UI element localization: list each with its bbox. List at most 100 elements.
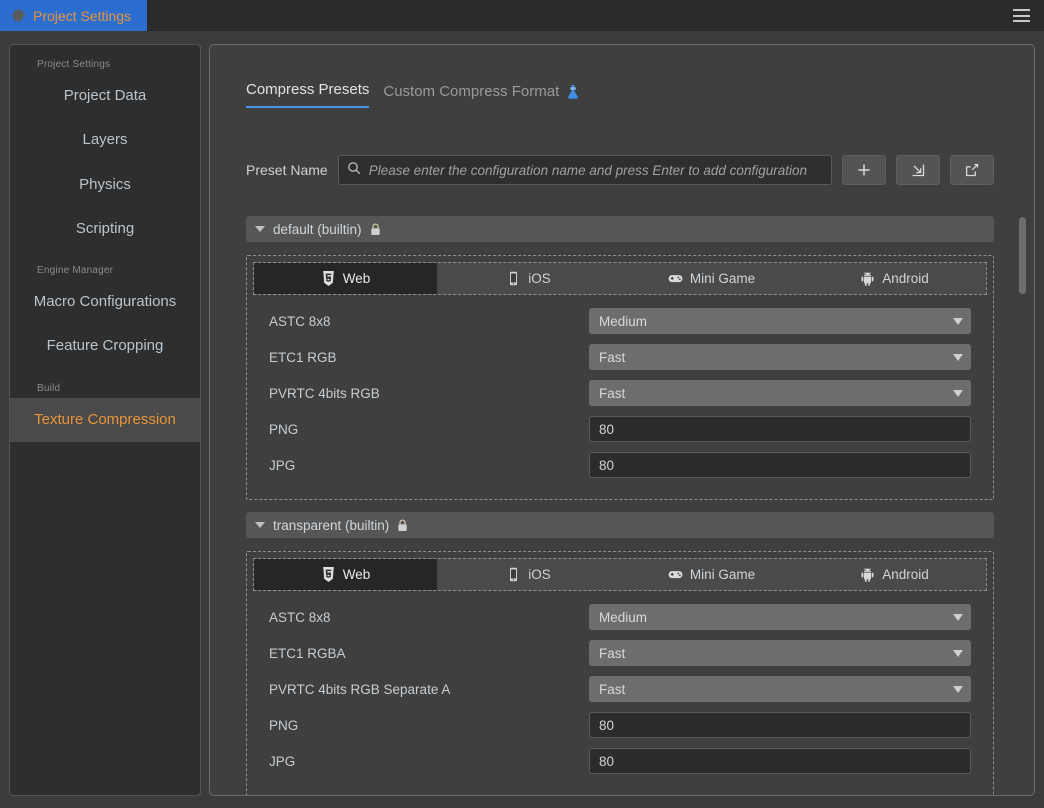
android-icon [860,567,875,582]
import-arrow-icon [912,164,925,177]
phone-icon [506,567,521,582]
chevron-down-icon[interactable] [255,522,265,528]
row-jpg-value: 80 [599,457,615,473]
export-arrow-icon [965,163,979,177]
preset-rows-transparent: ASTC 8x8 Medium ETC1 RGBA Fast PVRTC 4bi… [253,591,987,789]
sidebar-item-texture-compression[interactable]: Texture Compression [10,397,200,442]
platform-tab-mini-game[interactable]: Mini Game [620,559,803,590]
platform-tab-android-label: Android [882,567,929,582]
platform-tab-web-label: Web [342,271,371,286]
platform-tab-web-label: Web [342,567,371,582]
row-astc-8x8-select[interactable]: Medium [589,308,971,334]
preset-group-default-header[interactable]: default (builtin) [246,216,994,242]
sidebar-item-project-data[interactable]: Project Data [10,74,200,118]
row-jpg-input[interactable]: 80 [589,452,971,478]
lock-icon [397,519,408,532]
row-png-label: PNG [269,421,299,437]
row-png: PNG 80 [269,707,971,743]
preset-search-box[interactable] [337,155,832,185]
row-jpg: JPG 80 [269,447,971,483]
tab-custom-compress-format[interactable]: Custom Compress Format [383,83,580,108]
preset-group-transparent-body: Web iOS Mini Game Android ASTC 8x8 Mediu… [246,551,994,795]
add-preset-button[interactable] [842,155,886,185]
row-etc1-rgb-value: Fast [599,349,626,365]
lock-icon [370,223,381,236]
preset-group-default: default (builtin) Web iOS Mini Game Andr… [246,216,994,500]
chevron-down-icon[interactable] [255,226,265,232]
row-astc-8x8-label: ASTC 8x8 [269,313,331,329]
row-png-value: 80 [599,717,615,733]
title-bar: Project Settings [0,0,1044,31]
export-preset-button[interactable] [950,155,994,185]
sidebar-section-project-settings: Project Settings [37,59,111,70]
row-pvrtc-4bits-rgb: PVRTC 4bits RGB Fast [269,375,971,411]
row-etc1-rgb-select[interactable]: Fast [589,344,971,370]
sidebar-item-layers[interactable]: Layers [10,118,200,162]
row-etc1-rgba-label: ETC1 RGBA [269,645,346,661]
android-icon [860,271,875,286]
row-etc1-rgba-value: Fast [599,645,626,661]
row-astc-8x8-select[interactable]: Medium [589,604,971,630]
platform-tab-android[interactable]: Android [803,263,986,294]
row-etc1-rgb: ETC1 RGB Fast [269,339,971,375]
row-png: PNG 80 [269,411,971,447]
row-pvrtc-4bits-rgb-separate-a: PVRTC 4bits RGB Separate A Fast [269,671,971,707]
platform-tab-web[interactable]: Web [254,263,437,294]
platform-tab-android[interactable]: Android [803,559,986,590]
platform-tab-ios[interactable]: iOS [437,559,620,590]
row-jpg: JPG 80 [269,743,971,779]
gear-icon [11,8,26,23]
row-etc1-rgb-label: ETC1 RGB [269,349,337,365]
platform-tab-mini-game[interactable]: Mini Game [620,263,803,294]
hamburger-menu-icon[interactable] [1013,9,1030,22]
preset-group-default-title: default (builtin) [273,221,362,237]
preset-name-row: Preset Name [246,154,994,186]
row-jpg-label: JPG [269,457,296,473]
content-tabs: Compress Presets Custom Compress Format [246,81,580,108]
row-etc1-rgba-select[interactable]: Fast [589,640,971,666]
sidebar-item-scripting[interactable]: Scripting [10,207,200,251]
sidebar-item-macro-configurations[interactable]: Macro Configurations [10,280,200,324]
platform-tab-mini-game-label: Mini Game [689,271,756,286]
gamepad-icon [668,567,683,582]
chevron-down-icon [953,389,963,397]
flask-icon [566,84,580,100]
row-astc-8x8-value: Medium [599,609,648,625]
chevron-down-icon [953,685,963,693]
row-jpg-label: JPG [269,753,296,769]
row-pvrtc-4bits-rgb-separate-a-select[interactable]: Fast [589,676,971,702]
tab-compress-presets-label: Compress Presets [246,81,370,98]
html5-icon [321,567,336,582]
content-scrollbar[interactable] [1019,205,1026,790]
sidebar-item-feature-cropping[interactable]: Feature Cropping [10,324,200,368]
window-tab-label: Project Settings [33,7,132,24]
platform-tab-ios[interactable]: iOS [437,263,620,294]
sidebar-item-physics[interactable]: Physics [10,163,200,207]
chevron-down-icon [953,317,963,325]
tab-compress-presets[interactable]: Compress Presets [246,81,370,108]
preset-name-input[interactable] [366,161,823,179]
platform-tabs-transparent: Web iOS Mini Game Android [253,558,987,591]
row-png-input[interactable]: 80 [589,416,971,442]
tab-custom-compress-format-label: Custom Compress Format [383,83,560,100]
title-bar-empty [147,0,1044,31]
row-pvrtc-4bits-rgb-select[interactable]: Fast [589,380,971,406]
row-jpg-value: 80 [599,753,615,769]
row-astc-8x8-label: ASTC 8x8 [269,609,331,625]
row-png-input[interactable]: 80 [589,712,971,738]
row-astc-8x8: ASTC 8x8 Medium [269,303,971,339]
platform-tab-web[interactable]: Web [254,559,437,590]
search-icon [347,161,361,180]
gamepad-icon [668,271,683,286]
sidebar: Project Settings Project Data Layers Phy… [9,44,201,796]
chevron-down-icon [953,649,963,657]
import-preset-button[interactable] [896,155,940,185]
html5-icon [321,271,336,286]
row-jpg-input[interactable]: 80 [589,748,971,774]
sidebar-section-build: Build [37,382,61,394]
row-pvrtc-4bits-rgb-separate-a-label: PVRTC 4bits RGB Separate A [269,681,451,697]
window-tab-project-settings[interactable]: Project Settings [0,0,148,31]
preset-group-transparent-header[interactable]: transparent (builtin) [246,512,994,538]
scrollbar-thumb[interactable] [1019,217,1026,294]
chevron-down-icon [953,613,963,621]
